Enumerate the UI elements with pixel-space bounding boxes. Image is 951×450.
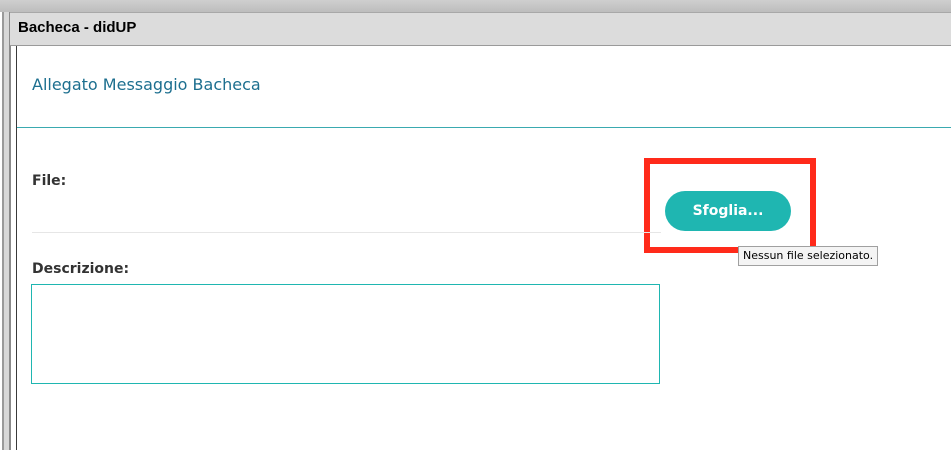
window-left-frame-inner — [9, 12, 11, 450]
app-window: Bacheca - didUP Allegato Messaggio Bache… — [0, 0, 951, 450]
file-label: File: — [32, 173, 67, 189]
panel-title-divider — [17, 127, 951, 128]
form-row-divider — [32, 232, 661, 233]
highlight-annotation-box — [644, 158, 816, 253]
panel-border — [16, 46, 17, 450]
panel-title: Allegato Messaggio Bacheca — [32, 75, 261, 94]
window-title: Bacheca - didUP — [18, 19, 137, 36]
description-label: Descrizione: — [32, 261, 130, 277]
description-textarea[interactable] — [31, 284, 660, 384]
file-status-tooltip: Nessun file selezionato. — [738, 246, 879, 266]
window-top-strip — [0, 0, 951, 12]
window-titlebar: Bacheca - didUP — [10, 12, 951, 46]
